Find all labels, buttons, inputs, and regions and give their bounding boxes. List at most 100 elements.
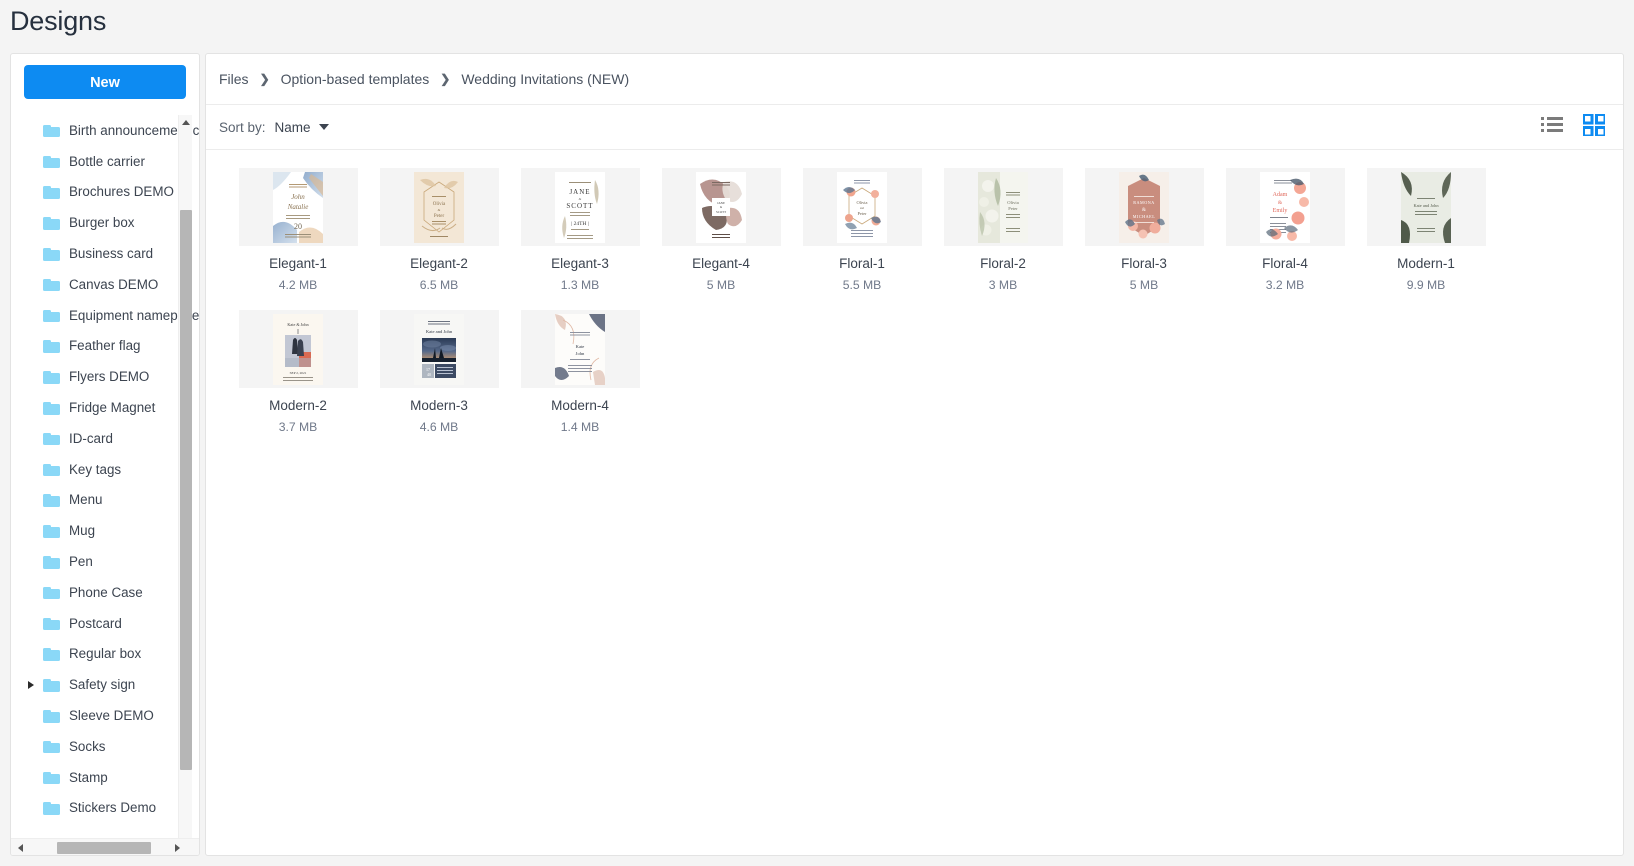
sidebar-item-label: Regular box: [69, 646, 142, 662]
expand-arrow-icon[interactable]: [28, 680, 34, 689]
file-size: 3.2 MB: [1265, 278, 1305, 292]
folder-icon: [43, 678, 60, 692]
breadcrumb-item-2[interactable]: Wedding Invitations (NEW): [461, 71, 629, 87]
file-card[interactable]: JANE & SCOTT | 24TH | Elegant-3 1.3 MB: [510, 168, 651, 292]
file-card[interactable]: John Natalie 20 Elegant-1 4.2 MB: [228, 168, 369, 292]
sidebar-item-equipment-nameplate[interactable]: Equipment nameplate: [11, 300, 199, 331]
file-size: 4.2 MB: [278, 278, 318, 292]
file-thumbnail[interactable]: Adam & Emily: [1225, 168, 1345, 246]
svg-text:Peter: Peter: [857, 211, 867, 216]
folder-icon: [43, 339, 60, 353]
sidebar-item-label: Stickers Demo: [69, 800, 157, 816]
file-size: 9.9 MB: [1406, 278, 1446, 292]
sidebar-item-label: Stamp: [69, 769, 108, 785]
list-view-icon[interactable]: [1541, 116, 1563, 138]
sidebar-vertical-scrollbar[interactable]: [178, 115, 193, 855]
svg-text:Natalie: Natalie: [287, 203, 309, 211]
folder-icon: [43, 431, 60, 446]
file-name: Elegant-3: [551, 256, 609, 271]
sidebar-item-socks[interactable]: Socks: [11, 731, 199, 762]
file-name: Modern-2: [269, 398, 327, 413]
sidebar-item-brochures-demo[interactable]: Brochures DEMO: [11, 177, 199, 208]
sidebar-item-stamp[interactable]: Stamp: [11, 762, 199, 793]
file-thumbnail[interactable]: RAMONA & MICHAEL: [1084, 168, 1204, 246]
sidebar-item-burger-box[interactable]: Burger box: [11, 207, 199, 238]
sidebar-item-postcard[interactable]: Postcard: [11, 608, 199, 639]
sidebar-horizontal-scroll-thumb[interactable]: [57, 842, 151, 854]
sidebar-item-phone-case[interactable]: Phone Case: [11, 577, 199, 608]
file-card[interactable]: RAMONA & MICHAEL Floral-3 5 MB: [1074, 168, 1215, 292]
sidebar-item-menu[interactable]: Menu: [11, 485, 199, 516]
folder-icon: [43, 585, 60, 600]
svg-text:&: &: [1142, 208, 1146, 213]
svg-text:Olivia: Olivia: [857, 200, 868, 205]
folder-icon: [43, 616, 60, 631]
sidebar-vertical-scroll-thumb[interactable]: [180, 210, 192, 770]
page-title: Designs: [10, 6, 107, 36]
folder-icon: [43, 647, 60, 661]
file-card[interactable]: Olivia and Peter Floral-1 5.5 MB: [792, 168, 933, 292]
sidebar-item-flyers-demo[interactable]: Flyers DEMO: [11, 361, 199, 392]
scroll-right-arrow-icon[interactable]: [169, 839, 185, 855]
scroll-left-arrow-icon[interactable]: [12, 839, 28, 855]
breadcrumb-item-1[interactable]: Option-based templates: [281, 71, 430, 87]
file-thumbnail[interactable]: Kate and John: [1366, 168, 1486, 246]
file-card[interactable]: Kate and John 17 40 Modern-3 4.6 MB: [369, 310, 510, 434]
scroll-up-arrow-icon[interactable]: [179, 115, 193, 129]
file-thumbnail[interactable]: Kate John: [520, 310, 640, 388]
sidebar-item-canvas-demo[interactable]: Canvas DEMO: [11, 269, 199, 300]
file-thumbnail[interactable]: Olivia Peter: [943, 168, 1063, 246]
sidebar-item-business-card[interactable]: Business card: [11, 238, 199, 269]
file-thumbnail[interactable]: JANE & SCOTT | 24TH |: [520, 168, 640, 246]
folder-icon: [43, 493, 60, 507]
file-name: Elegant-4: [692, 256, 750, 271]
file-card[interactable]: JANE & SCOTT Elegant-4 5 MB: [651, 168, 792, 292]
sidebar-item-label: Mug: [69, 523, 96, 539]
file-thumbnail[interactable]: JANE & SCOTT: [661, 168, 781, 246]
file-card[interactable]: Olivia & Peter Elegant-2 6.5 MB: [369, 168, 510, 292]
sidebar-item-label: Feather flag: [69, 338, 141, 354]
sidebar-item-pen[interactable]: Pen: [11, 546, 199, 577]
svg-text:Kate and John: Kate and John: [1413, 203, 1439, 208]
file-grid: John Natalie 20 Elegant-1 4.2 MB Olivia & Peter…: [206, 150, 1623, 452]
file-thumbnail[interactable]: Kate & John SEP 2, 2021: [238, 310, 358, 388]
file-name: Modern-3: [410, 398, 468, 413]
file-size: 5.5 MB: [842, 278, 882, 292]
file-card[interactable]: Olivia Peter Floral-2 3 MB: [933, 168, 1074, 292]
sidebar-item-fridge-magnet[interactable]: Fridge Magnet: [11, 392, 199, 423]
sidebar-item-id-card[interactable]: ID-card: [11, 423, 199, 454]
sidebar-horizontal-scrollbar[interactable]: [11, 838, 199, 855]
folder-icon: [43, 185, 60, 199]
sidebar-item-key-tags[interactable]: Key tags: [11, 454, 199, 485]
grid-view-icon[interactable]: [1582, 112, 1607, 141]
breadcrumb-item-0[interactable]: Files: [219, 71, 249, 87]
sidebar-item-stickers-demo[interactable]: Stickers Demo: [11, 793, 199, 824]
sidebar-item-mug[interactable]: Mug: [11, 515, 199, 546]
chevron-down-icon[interactable]: [318, 124, 329, 130]
file-card[interactable]: Adam & Emily Floral-4 3.2 MB: [1215, 168, 1356, 292]
sidebar-item-sleeve-demo[interactable]: Sleeve DEMO: [11, 700, 199, 731]
file-card[interactable]: Kate & John SEP 2, 2021 Modern-2 3.7 MB: [228, 310, 369, 434]
view-toggle-group: [1541, 112, 1607, 141]
file-size: 6.5 MB: [419, 278, 459, 292]
sidebar-item-feather-flag[interactable]: Feather flag: [11, 331, 199, 362]
sidebar-item-safety-sign[interactable]: Safety sign: [11, 669, 199, 700]
new-button[interactable]: New: [24, 65, 186, 99]
sidebar-item-birth-announcement-c[interactable]: Birth announcement c: [11, 115, 199, 146]
folder-icon: [43, 801, 60, 815]
designs-page: Designs New Birth announcement c Bottle c…: [0, 0, 1634, 866]
file-thumbnail[interactable]: Olivia and Peter: [802, 168, 922, 246]
sidebar-item-bottle-carrier[interactable]: Bottle carrier: [11, 146, 199, 177]
file-thumbnail[interactable]: Kate and John 17 40: [379, 310, 499, 388]
file-card[interactable]: Kate John Modern-4 1.4 MB: [510, 310, 651, 434]
sort-by-value[interactable]: Name: [275, 120, 311, 135]
folder-icon: [43, 216, 60, 230]
folder-icon: [43, 277, 60, 292]
file-thumbnail[interactable]: Olivia & Peter: [379, 168, 499, 246]
file-card[interactable]: Kate and John Modern-1 9.9 MB: [1356, 168, 1497, 292]
folder-tree[interactable]: Birth announcement c Bottle carrier Brochu…: [11, 115, 199, 855]
file-thumbnail[interactable]: John Natalie 20: [238, 168, 358, 246]
folder-icon: [43, 247, 60, 261]
sidebar-item-regular-box[interactable]: Regular box: [11, 639, 199, 670]
svg-text:&: &: [720, 206, 722, 209]
